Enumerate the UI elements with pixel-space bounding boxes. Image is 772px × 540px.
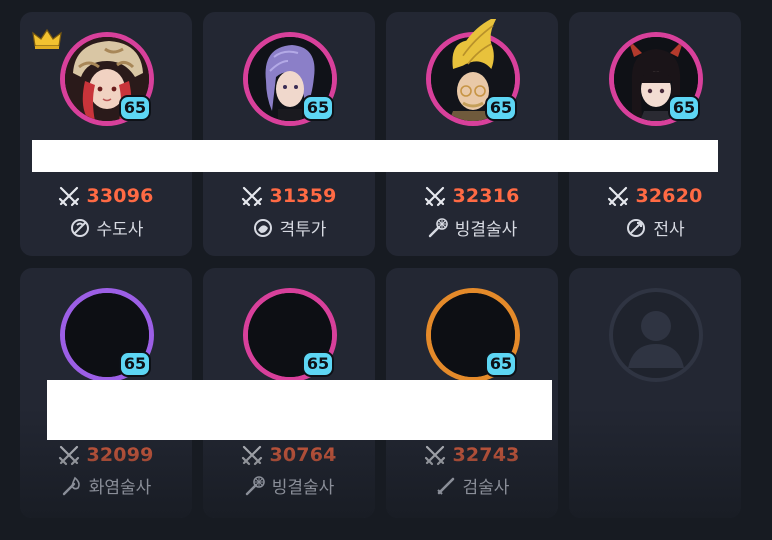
combat-power: 30764 [203,444,375,466]
combat-power: 32316 [386,185,558,207]
level-badge: 65 [302,351,334,377]
combat-power-value: 33096 [86,185,154,207]
class-info: 수도사 [20,215,192,240]
class-info: 빙결술사 [386,215,558,240]
empty-party-slot[interactable] [569,268,741,518]
class-info: 전사 [569,215,741,240]
combat-power-value: 32620 [635,185,703,207]
combat-power-value: 32743 [452,444,520,466]
class-name: 빙결술사 [271,478,335,498]
class-name: 격투가 [279,220,327,240]
level-badge: 65 [668,95,700,121]
level-badge: 65 [119,95,151,121]
level-badge: 65 [302,95,334,121]
party-member-card[interactable]: 65 33096 수도사 [20,12,192,256]
party-member-card[interactable]: 65 31359 격투가 [203,12,375,256]
class-name: 수도사 [96,220,144,240]
class-info: 검술사 [386,473,558,498]
combat-power: 33096 [20,185,192,207]
swordsman-class-icon [435,475,457,497]
class-info: 빙결술사 [203,473,375,498]
combat-power-value: 31359 [269,185,337,207]
combat-power-value: 32099 [86,444,154,466]
fire-mage-class-icon [61,475,83,497]
level-badge: 65 [485,95,517,121]
crossed-swords-icon [58,444,80,466]
ice-mage-class-icon [427,217,449,239]
empty-avatar [609,288,703,382]
crossed-swords-icon [607,185,629,207]
combat-power-value: 30764 [269,444,337,466]
class-name: 화염술사 [88,478,152,498]
ice-mage-class-icon [244,475,266,497]
user-placeholder-icon [628,311,684,368]
redacted-names-row1 [32,140,718,172]
redacted-names-row2 [47,380,552,440]
combat-power: 32620 [569,185,741,207]
crossed-swords-icon [58,185,80,207]
combat-power-value: 32316 [452,185,520,207]
class-name: 검술사 [462,478,510,498]
level-badge: 65 [119,351,151,377]
combat-power: 32099 [20,444,192,466]
crossed-swords-icon [424,444,446,466]
crossed-swords-icon [241,444,263,466]
crossed-swords-icon [424,185,446,207]
class-info: 격투가 [203,215,375,240]
party-member-card[interactable]: 65 32620 전사 [569,12,741,256]
combat-power: 32743 [386,444,558,466]
level-badge: 65 [485,351,517,377]
crossed-swords-icon [241,185,263,207]
class-name: 빙결술사 [454,220,518,240]
crown-icon [32,28,62,50]
fighter-class-icon [252,217,274,239]
class-info: 화염술사 [20,473,192,498]
combat-power: 31359 [203,185,375,207]
monk-class-icon [69,217,91,239]
warrior-class-icon [625,217,647,239]
class-name: 전사 [653,220,685,240]
party-member-card[interactable]: 65 32316 빙결술사 [386,12,558,256]
